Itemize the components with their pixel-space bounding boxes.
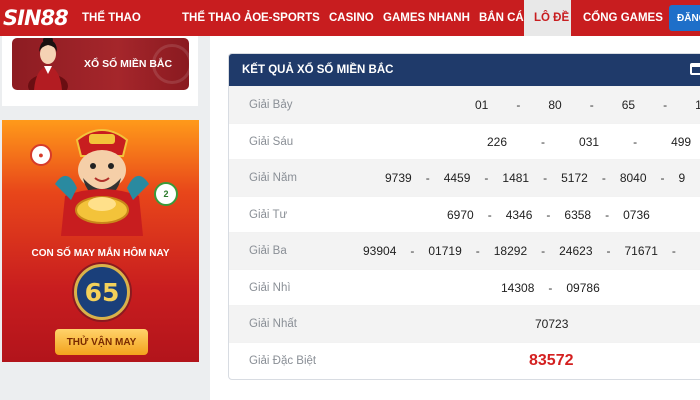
number-separator: - xyxy=(543,171,548,185)
prize-number: 031 xyxy=(579,134,600,149)
prize-number: 01 xyxy=(475,98,489,112)
prize-numbers: 9739-4459-1481-5172-8040-9 xyxy=(385,160,685,196)
prize-numbers: 01 - 80 - 65 - 12 xyxy=(475,87,700,123)
number-separator: - xyxy=(589,98,594,112)
prize-label: Giải Đặc Biệt xyxy=(249,354,317,367)
prize-number: 12 xyxy=(695,98,700,112)
number-separator: - xyxy=(516,98,521,112)
nav-item[interactable]: LÔ ĐỀ xyxy=(524,0,571,36)
results-header: KẾT QUẢ XỔ SỐ MIỀN BẮC xyxy=(229,54,700,86)
prize-number: 01719 xyxy=(428,244,462,258)
result-row: Giải Đặc Biệt 83572 xyxy=(229,341,700,379)
number-separator: - xyxy=(548,280,553,295)
result-row: Giải Ba 93904-01719-18292-24623-71671- xyxy=(229,232,700,269)
prize-number: 4346 xyxy=(505,207,533,222)
prize-numbers: 83572 xyxy=(529,343,574,379)
prize-numbers: 6970-4346-6358-0736 xyxy=(447,197,650,233)
prize-number: 24623 xyxy=(559,244,593,258)
number-separator: - xyxy=(425,171,430,185)
number-separator: - xyxy=(606,244,611,258)
number-separator: - xyxy=(671,244,676,258)
lottery-results-table: KẾT QUẢ XỔ SỐ MIỀN BẮC Giải Bảy 01 - 80 - 65 -… xyxy=(228,53,700,380)
result-row: Giải Sáu 226 - 031 - 499 xyxy=(229,122,700,160)
number-separator: - xyxy=(484,171,489,185)
prize-number: 1481 xyxy=(502,171,530,185)
prize-number: 65 xyxy=(621,98,636,112)
prize-number: 70723 xyxy=(535,317,569,331)
try-luck-button[interactable]: THỬ VẬN MAY xyxy=(55,329,148,355)
prize-number: 4459 xyxy=(443,171,471,185)
logo-text: SIN88 xyxy=(3,6,69,30)
fortune-god-illustration xyxy=(55,129,149,236)
prize-label: Giải Bảy xyxy=(249,99,293,111)
brand-logo[interactable]: SIN88 xyxy=(0,0,82,36)
number-separator: - xyxy=(633,134,638,149)
prize-number: 80 xyxy=(548,98,562,112)
nav-menu: THỂ THAO THỂ THAO ẢO E-SPORTS CASINO GAMES N… xyxy=(82,0,663,36)
nav-item[interactable]: BẮN CÁ xyxy=(462,0,524,36)
number-separator: - xyxy=(487,207,492,222)
number-separator: - xyxy=(605,207,610,222)
banner-label: XỔ SỐ MIỀN BẮC xyxy=(84,58,173,70)
result-row: Giải Tư 6970-4346-6358-0736 xyxy=(229,195,700,233)
prize-number: 9739 xyxy=(385,171,412,185)
prize-numbers: 70723 xyxy=(535,306,568,342)
prize-numbers: 226 - 031 - 499 xyxy=(487,124,691,160)
prize-label: Giải Năm xyxy=(249,172,297,184)
prize-label: Giải Nhì xyxy=(249,281,291,294)
number-separator: - xyxy=(475,244,480,258)
top-navigation: SIN88 THỂ THAO THỂ THAO ẢO E-SPORTS CASINO G… xyxy=(0,0,700,36)
prize-number: 71671 xyxy=(624,244,658,258)
lucky-number-title: CON SỐ MAY MẮN HÔM NAY xyxy=(31,248,170,259)
prize-number: 9 xyxy=(678,171,686,185)
lucky-number-badge: 65 xyxy=(74,264,130,320)
number-separator: - xyxy=(660,171,665,185)
prize-label: Giải Sáu xyxy=(249,135,294,148)
results-title: KẾT QUẢ XỔ SỐ MIỀN BẮC xyxy=(242,64,394,76)
lucky-number-value: 65 xyxy=(84,277,120,307)
register-button[interactable]: ĐĂNG xyxy=(669,5,700,31)
nav-item[interactable]: E-SPORTS xyxy=(247,0,320,36)
prize-number: 226 xyxy=(487,134,508,149)
result-row: Giải Bảy 01 - 80 - 65 - 12 xyxy=(229,86,700,123)
lucky-number-card: ● 2 CON SỐ MAY MẮN HÔM NAY 65 THỬ VẬN MA… xyxy=(2,120,199,362)
prize-number: 6970 xyxy=(447,207,474,222)
special-prize-number: 83572 xyxy=(529,351,574,369)
prize-label: Giải Nhất xyxy=(249,318,297,330)
number-separator: - xyxy=(601,171,606,185)
prize-number: 0736 xyxy=(623,207,650,222)
results-rows: Giải Bảy01-80-65-12Giải Sáu226-031-499Gi… xyxy=(229,86,700,378)
prize-label: Giải Ba xyxy=(249,245,287,257)
result-row: Giải Nhì 14308-09786 xyxy=(229,268,700,306)
lottery-ball-icon: 2 xyxy=(154,182,178,206)
prize-number: 18292 xyxy=(493,244,528,258)
prize-label: Giải Tư xyxy=(249,208,288,221)
prize-number: 499 xyxy=(671,134,692,149)
number-separator: - xyxy=(410,244,415,258)
prize-number: 09786 xyxy=(566,280,600,295)
number-separator: - xyxy=(541,244,546,258)
prize-number: 6358 xyxy=(564,207,592,222)
prize-number: 5172 xyxy=(561,171,588,185)
nav-item[interactable]: GAMES NHANH xyxy=(371,0,470,36)
nav-item[interactable]: CASINO xyxy=(317,0,374,36)
nav-item[interactable]: CỔNG GAMES xyxy=(571,0,663,36)
nav-item[interactable]: THỂ THAO ẢO xyxy=(170,0,261,36)
prize-number: 8040 xyxy=(619,171,647,185)
prize-numbers: 93904-01719-18292-24623-71671- xyxy=(363,233,690,269)
nav-item[interactable]: THỂ THAO xyxy=(82,0,170,36)
xo-so-mien-bac-banner[interactable]: XỔ SỐ MIỀN BẮC xyxy=(12,38,189,90)
hostess-illustration xyxy=(28,38,68,90)
prize-number: 93904 xyxy=(363,244,397,258)
prize-number: 14308 xyxy=(501,280,535,295)
number-separator: - xyxy=(663,98,668,112)
number-separator: - xyxy=(541,134,546,149)
number-separator: - xyxy=(546,207,551,222)
result-row: Giải Nhất 70723 xyxy=(229,305,700,342)
calendar-icon[interactable] xyxy=(690,63,700,75)
result-row: Giải Năm 9739-4459-1481-5172-8040-9 xyxy=(229,159,700,196)
prize-numbers: 14308-09786 xyxy=(501,270,600,306)
lottery-banner-card: XỔ SỐ MIỀN BẮC xyxy=(2,36,198,106)
